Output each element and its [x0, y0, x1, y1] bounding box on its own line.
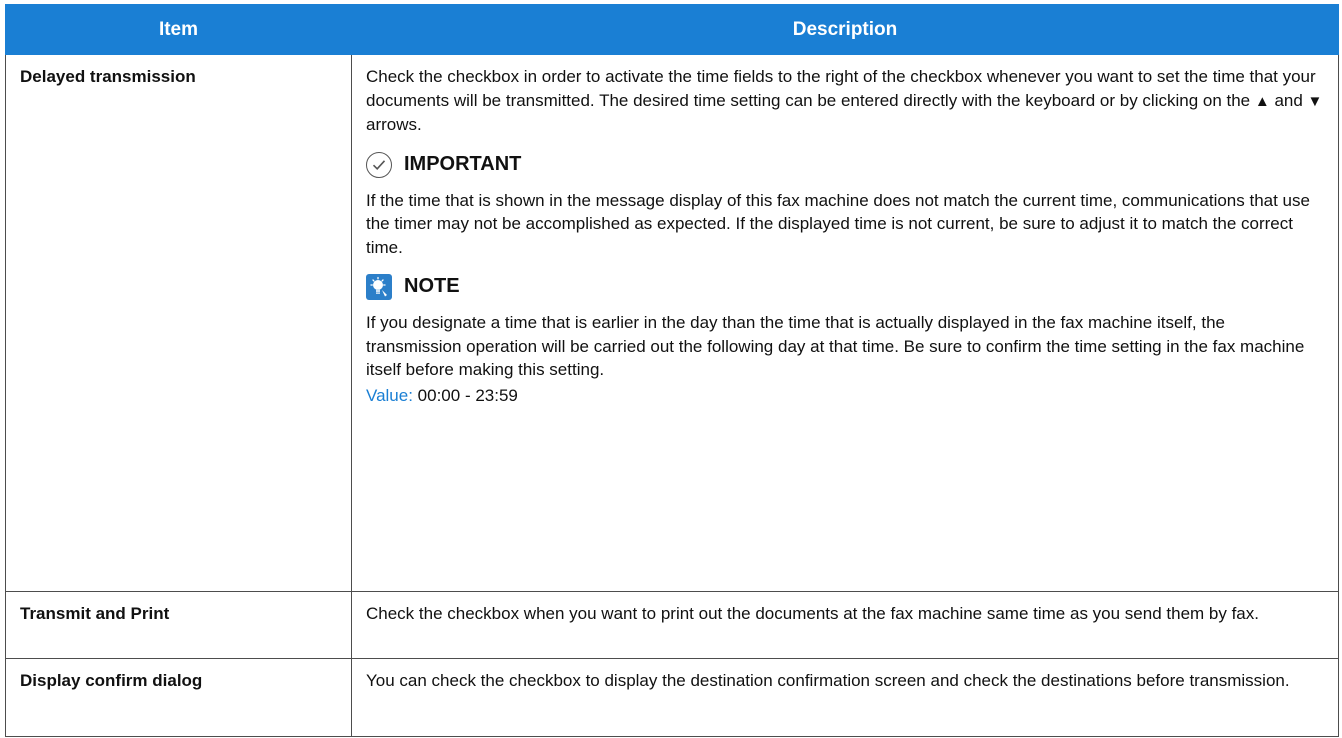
description-cell: Check the checkbox when you want to prin… — [351, 591, 1339, 659]
table-header-row: Item Description — [5, 4, 1339, 55]
note-label: NOTE — [404, 275, 460, 298]
lightbulb-icon — [366, 274, 392, 300]
description-text: Check the checkbox in order to activate … — [366, 67, 1316, 110]
item-cell: Delayed transmission — [5, 54, 352, 592]
column-header-item: Item — [5, 4, 352, 55]
table-row: Delayed transmission Check the checkbox … — [5, 54, 1339, 592]
and-text: and — [1269, 90, 1308, 110]
value-label: Value: — [366, 385, 413, 405]
important-label: IMPORTANT — [404, 152, 522, 175]
table-row: Transmit and Print Check the checkbox wh… — [5, 591, 1339, 659]
note-heading: NOTE — [366, 273, 1324, 301]
check-circle-icon — [366, 151, 392, 178]
column-header-description: Description — [351, 4, 1339, 55]
table-row: Display confirm dialog You can check the… — [5, 658, 1339, 737]
settings-table-container: Item Description Delayed transmission Ch… — [5, 4, 1339, 737]
note-text: If you designate a time that is earlier … — [366, 313, 1305, 379]
value-text: 00:00 - 23:59 — [412, 385, 518, 405]
settings-table: Item Description Delayed transmission Ch… — [5, 4, 1339, 737]
important-text: If the time that is shown in the message… — [366, 190, 1310, 257]
description-cell: Check the checkbox in order to activate … — [351, 54, 1339, 592]
value-line: Value: 00:00 - 23:59 — [366, 384, 1324, 408]
description-cell: You can check the checkbox to display th… — [351, 658, 1339, 737]
item-cell: Transmit and Print — [5, 591, 352, 659]
down-arrow-icon: ▼ — [1307, 92, 1323, 110]
description-text-end: arrows. — [366, 115, 422, 134]
description-paragraph: Check the checkbox in order to activate … — [366, 65, 1324, 137]
item-cell: Display confirm dialog — [5, 658, 352, 737]
up-arrow-icon: ▲ — [1254, 92, 1270, 110]
important-heading: IMPORTANT — [366, 151, 1324, 179]
